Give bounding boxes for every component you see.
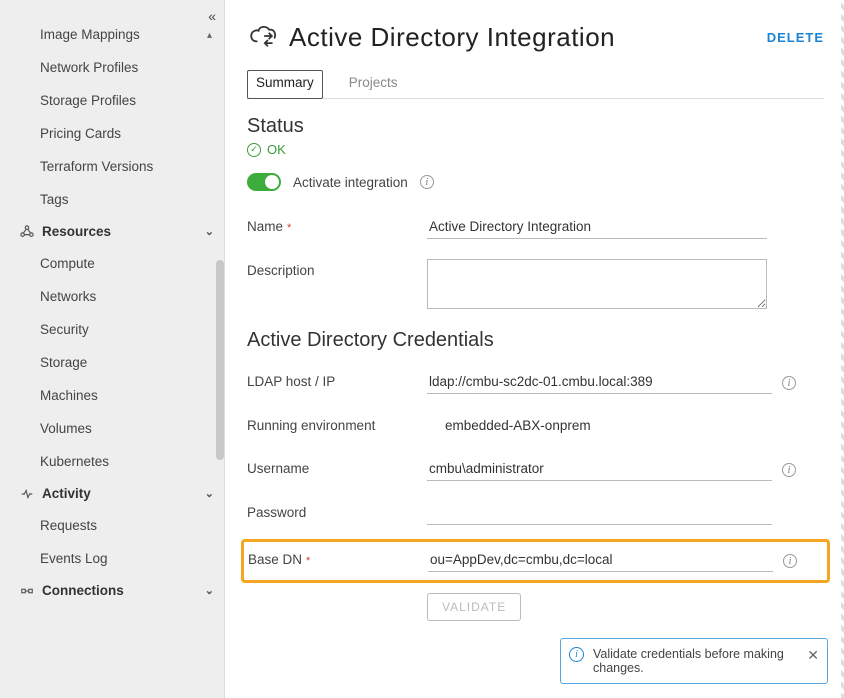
tab-summary[interactable]: Summary <box>247 70 323 99</box>
info-icon[interactable]: i <box>420 175 434 189</box>
toggle-knob <box>265 175 279 189</box>
nav-item-networks[interactable]: Networks <box>0 280 224 313</box>
nav-item-tags[interactable]: Tags <box>0 183 224 216</box>
nav-section-label: Resources <box>42 224 111 239</box>
nav-item-storage-profiles[interactable]: Storage Profiles <box>0 84 224 117</box>
activity-icon <box>18 487 36 501</box>
chevron-down-icon: ⌄ <box>205 584 214 597</box>
nav-section-label: Connections <box>42 583 124 598</box>
sidebar: « ▴ Image Mappings Network Profiles Stor… <box>0 0 225 698</box>
nav-item-events-log[interactable]: Events Log <box>0 542 224 575</box>
sidebar-scrollbar[interactable] <box>216 260 224 460</box>
row-description: Description <box>247 259 824 309</box>
basedn-highlight: Base DN * i <box>241 539 830 583</box>
info-icon[interactable]: i <box>782 376 796 390</box>
nav-item-volumes[interactable]: Volumes <box>0 412 224 445</box>
ldap-label: LDAP host / IP <box>247 370 427 389</box>
chevron-down-icon: ⌄ <box>205 487 214 500</box>
nav-item-storage[interactable]: Storage <box>0 346 224 379</box>
name-label: Name * <box>247 215 427 234</box>
collapse-sidebar-icon[interactable]: « <box>208 8 216 24</box>
chevron-down-icon: ⌄ <box>205 225 214 238</box>
row-name: Name * <box>247 215 824 239</box>
basedn-input[interactable] <box>428 548 773 572</box>
basedn-label: Base DN * <box>248 548 428 567</box>
description-input[interactable] <box>427 259 767 309</box>
username-label: Username <box>247 457 427 476</box>
validate-toast: i Validate credentials before making cha… <box>560 638 828 684</box>
app-root: « ▴ Image Mappings Network Profiles Stor… <box>0 0 844 698</box>
runenv-value: embedded-ABX-onprem <box>427 414 593 437</box>
nav-section-connections[interactable]: Connections ⌄ <box>0 575 224 606</box>
close-icon[interactable]: ✕ <box>807 647 819 664</box>
row-password: Password <box>247 501 824 525</box>
row-basedn: Base DN * i <box>248 548 823 572</box>
cloud-integration-icon <box>247 20 279 55</box>
connections-icon <box>18 584 36 598</box>
row-ldap: LDAP host / IP i <box>247 370 824 394</box>
nav-section-label: Activity <box>42 486 91 501</box>
page-title: Active Directory Integration <box>289 22 757 53</box>
nav-item-image-mappings[interactable]: Image Mappings <box>0 18 224 51</box>
info-icon[interactable]: i <box>783 554 797 568</box>
password-label: Password <box>247 501 427 520</box>
nav-scroll-up-icon[interactable]: ▴ <box>207 30 212 41</box>
validate-button[interactable]: VALIDATE <box>427 593 521 621</box>
credentials-heading: Active Directory Credentials <box>247 329 824 352</box>
activate-toggle-label: Activate integration <box>293 175 408 190</box>
nav-item-requests[interactable]: Requests <box>0 509 224 542</box>
ok-check-icon: ✓ <box>247 143 261 157</box>
info-icon: i <box>569 647 584 662</box>
status-text: OK <box>267 142 286 157</box>
nav-section-activity[interactable]: Activity ⌄ <box>0 478 224 509</box>
resources-icon <box>18 225 36 239</box>
main-panel: Active Directory Integration DELETE Summ… <box>225 0 844 698</box>
page-header: Active Directory Integration DELETE <box>247 20 824 55</box>
password-input[interactable] <box>427 501 772 525</box>
basedn-label-text: Base DN <box>248 552 302 567</box>
ldap-input[interactable] <box>427 370 772 394</box>
activate-toggle-row: Activate integration i <box>247 173 824 191</box>
row-username: Username i <box>247 457 824 481</box>
activate-toggle[interactable] <box>247 173 281 191</box>
nav-item-network-profiles[interactable]: Network Profiles <box>0 51 224 84</box>
tab-projects[interactable]: Projects <box>347 69 400 98</box>
username-input[interactable] <box>427 457 772 481</box>
row-runenv: Running environment embedded-ABX-onprem <box>247 414 824 437</box>
delete-button[interactable]: DELETE <box>767 30 824 45</box>
name-label-text: Name <box>247 219 283 234</box>
required-asterisk: * <box>287 222 291 234</box>
name-input[interactable] <box>427 215 767 239</box>
description-label: Description <box>247 259 427 278</box>
nav-section-resources[interactable]: Resources ⌄ <box>0 216 224 247</box>
nav-item-machines[interactable]: Machines <box>0 379 224 412</box>
nav-item-compute[interactable]: Compute <box>0 247 224 280</box>
runenv-label: Running environment <box>247 414 427 433</box>
info-icon[interactable]: i <box>782 463 796 477</box>
status-heading: Status <box>247 115 824 138</box>
nav-item-security[interactable]: Security <box>0 313 224 346</box>
status-ok: ✓ OK <box>247 142 824 157</box>
nav-item-terraform-versions[interactable]: Terraform Versions <box>0 150 224 183</box>
tabs: Summary Projects <box>247 69 824 99</box>
required-asterisk: * <box>306 555 310 567</box>
nav-item-kubernetes[interactable]: Kubernetes <box>0 445 224 478</box>
nav-item-pricing-cards[interactable]: Pricing Cards <box>0 117 224 150</box>
toast-text: Validate credentials before making chang… <box>593 647 784 675</box>
